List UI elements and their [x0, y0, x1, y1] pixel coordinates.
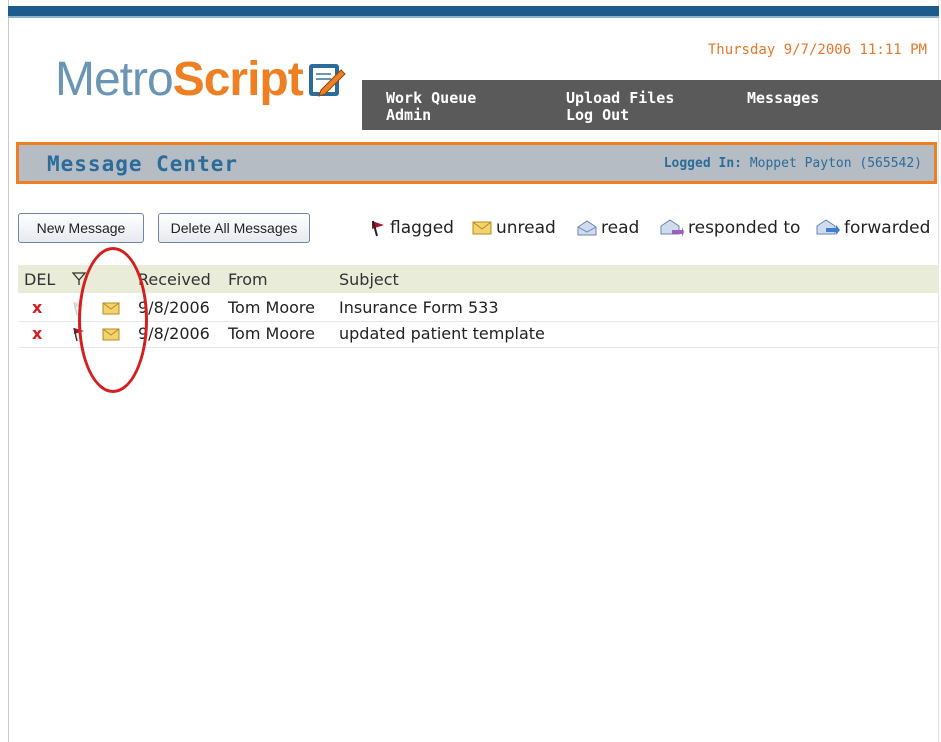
logged-in-user: Moppet Payton (565542): [749, 156, 922, 171]
forwarded-envelope-icon: [816, 219, 840, 235]
message-center-bar: Message Center Logged In: Moppet Payton …: [16, 142, 937, 184]
legend-forwarded: forwarded: [816, 218, 930, 238]
column-header-del: DEL: [24, 270, 56, 289]
new-message-button[interactable]: New Message: [18, 213, 144, 243]
legend-flagged: flagged: [370, 218, 454, 238]
received-date: 9/8/2006: [138, 324, 210, 343]
nav-log-out[interactable]: Log Out: [566, 106, 629, 124]
page-title: Message Center: [47, 152, 239, 176]
legend-unread: unread: [472, 218, 556, 238]
legend-unread-label: unread: [496, 218, 556, 238]
logged-in-info: Logged In: Moppet Payton (565542): [664, 156, 922, 171]
current-datetime: Thursday 9/7/2006 11:11 PM: [707, 42, 927, 58]
legend-flagged-label: flagged: [390, 218, 454, 238]
flag-icon: [372, 220, 384, 237]
logged-in-label: Logged In:: [663, 156, 742, 171]
logo-text-metro: Metro: [55, 53, 174, 106]
legend-responded: responded to: [660, 218, 800, 238]
read-envelope-icon: [577, 220, 597, 236]
nav-admin[interactable]: Admin: [386, 106, 431, 124]
messages-table-header: DEL Received From Subject: [18, 265, 939, 293]
main-navigation: Work Queue Upload Files Messages Admin L…: [362, 80, 941, 130]
responded-envelope-icon: [660, 219, 684, 237]
column-header-received[interactable]: Received: [138, 270, 211, 289]
delete-all-messages-button[interactable]: Delete All Messages: [158, 213, 310, 243]
top-bar: [8, 6, 939, 16]
nav-messages[interactable]: Messages: [747, 89, 819, 107]
logo-text-script: Script: [172, 53, 304, 106]
table-row[interactable]: x 9/8/2006 Tom Moore updated patient tem…: [18, 321, 939, 348]
nav-work-queue[interactable]: Work Queue: [386, 89, 476, 107]
sender-name: Tom Moore: [228, 324, 315, 343]
table-row[interactable]: x 9/8/2006 Tom Moore Insurance Form 533: [18, 295, 939, 322]
column-header-subject[interactable]: Subject: [339, 270, 399, 289]
legend-forwarded-label: forwarded: [844, 218, 931, 238]
notepad-pencil-icon: [307, 60, 347, 104]
metroscript-logo: Metro Script: [55, 52, 347, 112]
legend-read: read: [577, 218, 639, 238]
nav-upload-files[interactable]: Upload Files: [566, 89, 674, 107]
message-subject-link[interactable]: updated patient template: [339, 324, 545, 343]
message-subject-link[interactable]: Insurance Form 533: [339, 298, 499, 317]
legend-responded-label: responded to: [688, 218, 801, 238]
column-header-from[interactable]: From: [228, 270, 268, 289]
sender-name: Tom Moore: [228, 298, 315, 317]
delete-message-icon[interactable]: x: [32, 324, 42, 343]
delete-message-icon[interactable]: x: [32, 298, 42, 317]
legend-read-label: read: [601, 218, 640, 238]
unread-envelope-icon: [472, 221, 492, 235]
received-date: 9/8/2006: [138, 298, 210, 317]
top-bar-line: [8, 16, 939, 18]
annotation-circle: [78, 247, 148, 393]
